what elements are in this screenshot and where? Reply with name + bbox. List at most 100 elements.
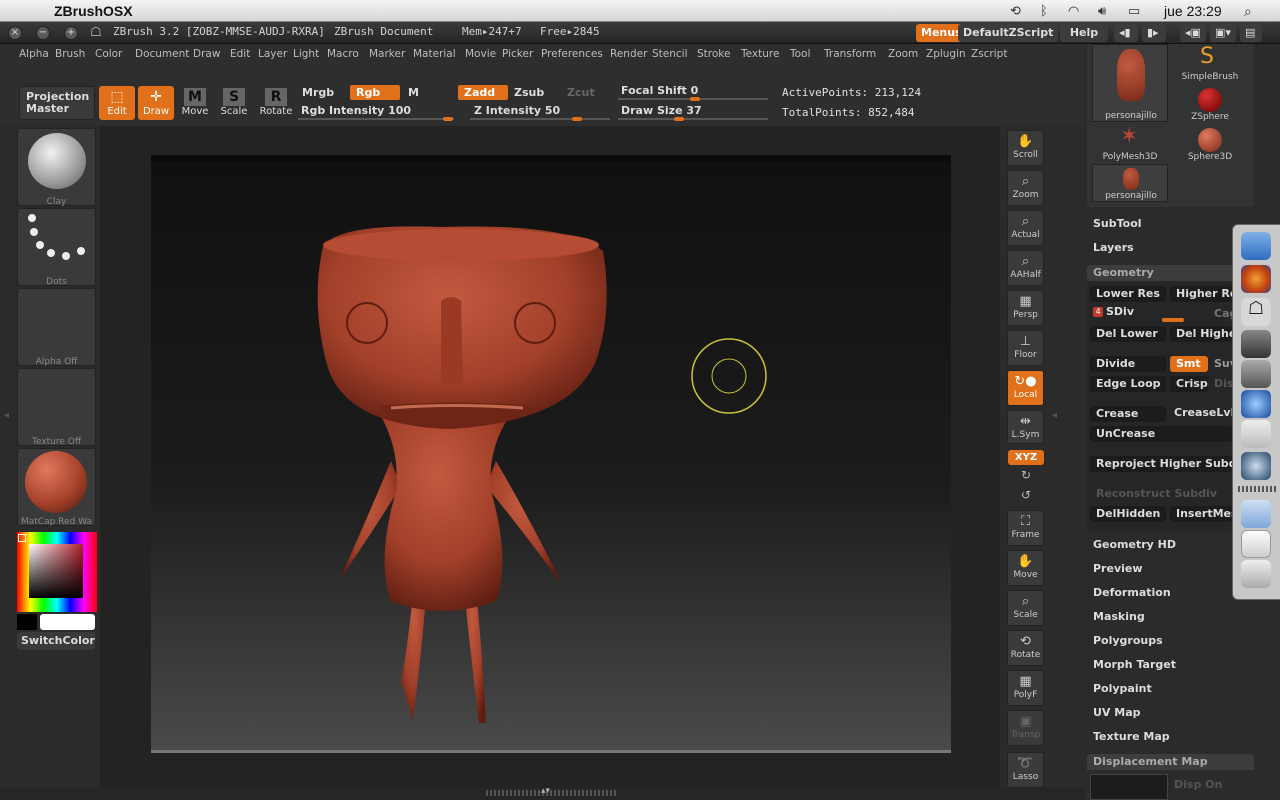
xyz-rotation-toggle[interactable]: XYZ: [1008, 450, 1044, 465]
persp-button[interactable]: ▦ Persp: [1007, 290, 1044, 326]
masking-section[interactable]: Masking: [1093, 610, 1145, 623]
tool-thumb-sphere3d[interactable]: Sphere3D: [1172, 124, 1248, 162]
wifi-icon[interactable]: ◠: [1068, 3, 1079, 19]
tool-thumb-polymesh3d[interactable]: ✶ PolyMesh3D: [1092, 124, 1168, 162]
actual-button[interactable]: ⌕ Actual: [1007, 210, 1044, 246]
edge-loop-button[interactable]: Edge Loop: [1090, 376, 1166, 392]
z-intensity-track[interactable]: [470, 118, 610, 120]
delhidden-button[interactable]: DelHidden: [1090, 506, 1166, 522]
menubar-clock[interactable]: jue 23:29: [1164, 3, 1222, 19]
crease-button[interactable]: Crease: [1090, 406, 1166, 422]
right-tray-arrow-icon[interactable]: ◂: [1052, 410, 1057, 421]
morph-target-section[interactable]: Morph Target: [1093, 658, 1176, 671]
zoom-window-icon[interactable]: +: [64, 26, 78, 40]
documents-stack-icon[interactable]: [1241, 530, 1271, 558]
menu-material[interactable]: Material: [413, 48, 456, 60]
switch-color-button[interactable]: SwitchColor: [17, 632, 95, 650]
menu-stroke[interactable]: Stroke: [697, 48, 730, 60]
alpha-slot[interactable]: Alpha Off: [17, 288, 96, 367]
mrgb-toggle[interactable]: Mrgb: [296, 85, 346, 100]
dolphin-app-icon[interactable]: [1241, 330, 1271, 358]
rgb-intensity-slider[interactable]: Rgb Intensity 100: [301, 104, 411, 117]
slider-right-icon[interactable]: ▮▸: [1142, 24, 1166, 42]
m-toggle[interactable]: M: [402, 85, 450, 100]
scale-view-button[interactable]: ⌕ Scale: [1007, 590, 1044, 626]
geometry-hd-section[interactable]: Geometry HD: [1093, 538, 1176, 551]
tool-thumb-simplebrush[interactable]: S SimpleBrush: [1172, 44, 1248, 82]
y-rotate-icon[interactable]: ↻: [1021, 468, 1031, 482]
default-zscript-button[interactable]: DefaultZScript: [958, 24, 1059, 42]
volume-icon[interactable]: 🔊︎: [1098, 3, 1106, 19]
slider-left-icon[interactable]: ◂▮: [1114, 24, 1138, 42]
local-button[interactable]: ↻● Local: [1007, 370, 1044, 406]
rotate-mode-button[interactable]: R Rotate: [258, 86, 294, 120]
z-rotate-icon[interactable]: ↺: [1021, 488, 1031, 502]
help-button[interactable]: Help: [1060, 24, 1108, 42]
zsub-toggle[interactable]: Zsub: [508, 85, 558, 100]
rotate-view-button[interactable]: ⟲ Rotate: [1007, 630, 1044, 666]
draw-size-slider[interactable]: Draw Size 37: [621, 104, 702, 117]
material-slot[interactable]: MatCap Red Wa: [17, 448, 96, 527]
brush-clay-slot[interactable]: Clay: [17, 128, 96, 207]
uncrease-button[interactable]: UnCrease: [1090, 426, 1232, 442]
secondary-color-swatch[interactable]: [17, 614, 37, 630]
rgb-toggle[interactable]: Rgb: [350, 85, 400, 100]
move-mode-button[interactable]: M Move: [177, 86, 213, 120]
color-saturation-square[interactable]: [29, 544, 83, 598]
draw-size-track[interactable]: [618, 118, 768, 120]
frame-button[interactable]: ⛶ Frame: [1007, 510, 1044, 546]
minimize-window-icon[interactable]: −: [36, 26, 50, 40]
deformation-section[interactable]: Deformation: [1093, 586, 1171, 599]
package-app-icon[interactable]: [1241, 420, 1271, 448]
main-color-swatch[interactable]: [40, 614, 95, 630]
color-picker[interactable]: [17, 532, 97, 612]
displacement-map-thumb[interactable]: [1090, 774, 1168, 800]
zbrush-dock-icon[interactable]: ☖: [1241, 298, 1271, 326]
menu-texture[interactable]: Texture: [741, 48, 779, 60]
aahalf-button[interactable]: ⌕ AAHalf: [1007, 250, 1044, 286]
menu-transform[interactable]: Transform: [824, 48, 876, 60]
document-canvas[interactable]: [151, 155, 951, 753]
z-intensity-knob[interactable]: [572, 117, 582, 121]
battery-icon[interactable]: ▭: [1128, 3, 1140, 19]
del-lower-button[interactable]: Del Lower: [1090, 326, 1166, 342]
trash-icon[interactable]: [1241, 560, 1271, 588]
left-tray-arrow-icon[interactable]: ◂: [4, 410, 9, 421]
z-intensity-slider[interactable]: Z Intensity 50: [474, 104, 560, 117]
menu-picker[interactable]: Picker: [502, 48, 533, 60]
polygroups-section[interactable]: Polygroups: [1093, 634, 1163, 647]
scroll-button[interactable]: ✋ Scroll: [1007, 130, 1044, 166]
layers-section[interactable]: Layers: [1093, 241, 1134, 254]
uv-map-section[interactable]: UV Map: [1093, 706, 1141, 719]
zcut-toggle[interactable]: Zcut: [561, 85, 609, 100]
smt-toggle[interactable]: Smt: [1170, 356, 1208, 372]
sdiv-knob[interactable]: [1162, 318, 1184, 322]
reconstruct-subdiv-button[interactable]: Reconstruct Subdiv: [1090, 486, 1232, 502]
applications-folder-icon[interactable]: [1241, 500, 1271, 528]
globe-app-icon[interactable]: [1241, 390, 1271, 418]
transp-button[interactable]: ▣ Transp: [1007, 710, 1044, 746]
stroke-dots-slot[interactable]: Dots: [17, 208, 96, 287]
menu-layer[interactable]: Layer: [258, 48, 287, 60]
menu-brush[interactable]: Brush: [55, 48, 85, 60]
reproject-higher-subdiv-button[interactable]: Reproject Higher Subdiv: [1090, 456, 1232, 472]
zoom-button[interactable]: ⌕ Zoom: [1007, 170, 1044, 206]
geometry-header[interactable]: Geometry: [1087, 265, 1254, 281]
polypaint-section[interactable]: Polypaint: [1093, 682, 1152, 695]
texture-map-section[interactable]: Texture Map: [1093, 730, 1170, 743]
scale-mode-button[interactable]: S Scale: [216, 86, 252, 120]
disp-on-toggle[interactable]: Disp On: [1174, 778, 1222, 791]
tool-thumb-personajillo-2[interactable]: personajillo: [1092, 164, 1168, 202]
floor-button[interactable]: ⊥ Floor: [1007, 330, 1044, 366]
polyf-button[interactable]: ▦ PolyF: [1007, 670, 1044, 706]
menu-document[interactable]: Document: [135, 48, 189, 60]
bluetooth-icon[interactable]: ᛒ: [1040, 3, 1048, 18]
draw-size-knob[interactable]: [674, 117, 684, 121]
projection-master-button[interactable]: Projection Master: [19, 86, 95, 120]
menu-alpha[interactable]: Alpha: [19, 48, 49, 60]
preview-section[interactable]: Preview: [1093, 562, 1143, 575]
menu-zscript[interactable]: Zscript: [971, 48, 1007, 60]
menu-preferences[interactable]: Preferences: [541, 48, 603, 60]
menu-marker[interactable]: Marker: [369, 48, 405, 60]
texture-slot[interactable]: Texture Off: [17, 368, 96, 447]
